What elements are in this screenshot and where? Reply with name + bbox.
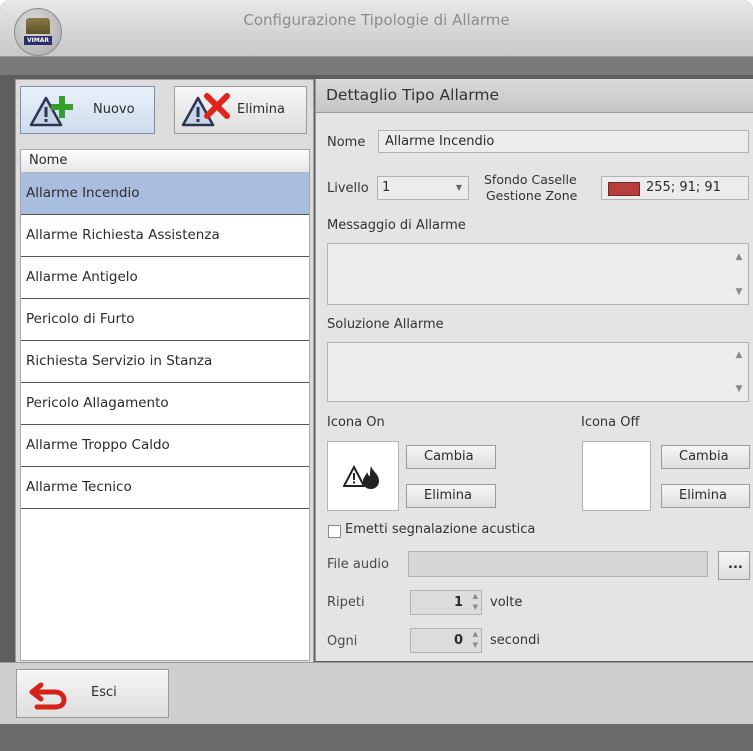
solution-label: Soluzione Allarme xyxy=(327,317,444,332)
message-scroll-up-icon[interactable]: ▲ xyxy=(730,247,748,267)
title-strip xyxy=(0,57,753,75)
list-item[interactable]: Allarme Incendio xyxy=(21,173,309,215)
list-item[interactable]: Allarme Tecnico xyxy=(21,467,309,509)
solution-textarea[interactable] xyxy=(327,342,749,402)
icon-off-change-button[interactable]: Cambia xyxy=(661,445,750,469)
icon-off-change-label: Cambia xyxy=(679,449,729,464)
exit-button[interactable]: Esci xyxy=(16,669,169,718)
color-swatch xyxy=(608,182,640,196)
icon-on-delete-button[interactable]: Elimina xyxy=(406,484,496,508)
background-color-value: 255; 91; 91 xyxy=(646,180,721,195)
sound-checkbox[interactable] xyxy=(328,525,341,538)
every-value: 0 xyxy=(453,633,463,648)
icon-on-change-button[interactable]: Cambia xyxy=(406,445,496,469)
list-item[interactable]: Pericolo di Furto xyxy=(21,299,309,341)
new-button[interactable]: Nuovo xyxy=(20,86,155,134)
detail-header: Dettaglio Tipo Allarme xyxy=(316,79,753,113)
level-label: Livello xyxy=(327,181,369,196)
icon-off-preview xyxy=(582,441,651,511)
audio-file-label: File audio xyxy=(327,557,389,572)
repeat-label: Ripeti xyxy=(327,595,365,610)
bottom-bar: Esci xyxy=(0,662,753,725)
list-item[interactable]: Richiesta Servizio in Stanza xyxy=(21,341,309,383)
icon-off-delete-button[interactable]: Elimina xyxy=(661,484,750,508)
spinner-arrows-icon: ▲ ▼ xyxy=(472,592,478,611)
message-textarea[interactable] xyxy=(327,243,749,305)
name-label: Nome xyxy=(327,135,366,150)
delete-button-label: Elimina xyxy=(237,102,285,117)
list-item[interactable]: Pericolo Allagamento xyxy=(21,383,309,425)
background-label-line1: Sfondo Caselle xyxy=(484,172,577,187)
repeat-spinner[interactable]: 1 ▲ ▼ xyxy=(410,590,482,615)
spinner-arrows-icon: ▲ ▼ xyxy=(472,630,478,649)
fire-warning-icon xyxy=(343,464,379,489)
list-item[interactable]: Allarme Richiesta Assistenza xyxy=(21,215,309,257)
alarm-types-list: Nome Allarme Incendio Allarme Richiesta … xyxy=(20,149,310,661)
name-field[interactable]: Allarme Incendio xyxy=(378,130,749,153)
icon-on-delete-label: Elimina xyxy=(424,488,472,503)
browse-audio-button[interactable]: ... xyxy=(718,551,750,580)
every-unit: secondi xyxy=(490,633,540,648)
list-header-name[interactable]: Nome xyxy=(21,150,309,173)
icon-on-change-label: Cambia xyxy=(424,449,474,464)
back-arrow-icon xyxy=(29,682,67,710)
new-button-label: Nuovo xyxy=(93,102,135,117)
every-label: Ogni xyxy=(327,634,358,649)
warning-delete-icon xyxy=(181,93,230,127)
every-spinner[interactable]: 0 ▲ ▼ xyxy=(410,628,482,653)
title-bar: Configurazione Tipologie di Allarme VIMA… xyxy=(0,0,753,57)
level-value: 1 xyxy=(382,180,391,195)
delete-button[interactable]: Elimina xyxy=(174,86,307,134)
icon-on-label: Icona On xyxy=(327,415,385,430)
icon-off-label: Icona Off xyxy=(581,415,640,430)
window-title: Configurazione Tipologie di Allarme xyxy=(243,11,510,29)
icon-on-preview xyxy=(327,441,399,511)
logo-emblem-icon xyxy=(26,18,50,34)
icon-off-delete-label: Elimina xyxy=(679,488,727,503)
logo-text: VIMAR xyxy=(24,36,52,45)
background-label-line2: Gestione Zone xyxy=(486,188,578,203)
message-scroll-down-icon[interactable]: ▼ xyxy=(730,282,748,302)
level-dropdown[interactable]: 1 ▼ xyxy=(377,176,469,200)
list-item[interactable]: Allarme Troppo Caldo xyxy=(21,425,309,467)
alarm-detail-panel: Dettaglio Tipo Allarme Nome Allarme Ince… xyxy=(315,79,753,661)
background-color-picker[interactable]: 255; 91; 91 xyxy=(601,176,749,200)
detail-title: Dettaglio Tipo Allarme xyxy=(326,86,499,104)
exit-button-label: Esci xyxy=(91,685,117,700)
main-window: Configurazione Tipologie di Allarme VIMA… xyxy=(0,0,753,751)
list-item[interactable]: Allarme Antigelo xyxy=(21,257,309,299)
audio-file-field[interactable] xyxy=(408,551,708,577)
browse-audio-label: ... xyxy=(728,557,743,572)
chevron-down-icon: ▼ xyxy=(455,183,462,192)
sound-checkbox-label: Emetti segnalazione acustica xyxy=(345,522,536,537)
footer-strip xyxy=(0,724,753,751)
message-label: Messaggio di Allarme xyxy=(327,218,466,233)
alarm-types-panel: Nuovo Elimina Nome Allarme Incendio Alla… xyxy=(15,79,314,663)
repeat-unit: volte xyxy=(490,595,523,610)
warning-add-icon xyxy=(29,96,73,127)
vimar-logo[interactable]: VIMAR xyxy=(14,8,62,56)
repeat-value: 1 xyxy=(453,595,463,610)
solution-scroll-down-icon[interactable]: ▼ xyxy=(730,379,748,399)
solution-scroll-up-icon[interactable]: ▲ xyxy=(730,345,748,365)
